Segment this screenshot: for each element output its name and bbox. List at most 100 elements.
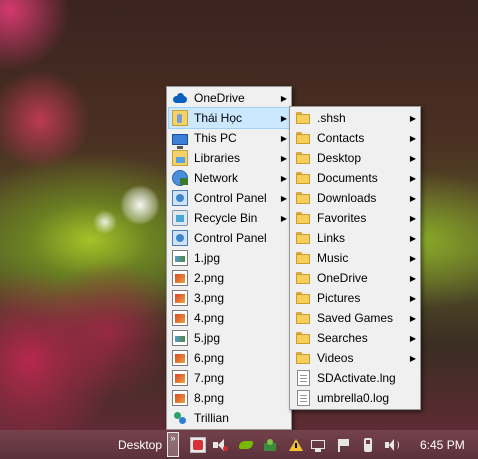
main-menu-item-label: OneDrive [194,91,245,105]
main-menu-item[interactable]: OneDrive ▶ [169,88,289,108]
main-menu-item[interactable]: Control Panel [169,228,289,248]
toolbar-chevron-button[interactable]: » [167,432,179,457]
main-menu-item[interactable]: Libraries ▶ [169,148,289,168]
submenu-arrow-icon: ▶ [409,253,416,263]
folder-icon [295,270,311,286]
main-menu-item-label: Libraries [194,151,241,165]
submenu-arrow-icon: ▶ [409,113,416,123]
folder-icon [295,250,311,266]
png-file-icon [172,390,188,406]
nvidia-icon[interactable] [238,437,254,453]
network-share-icon[interactable] [262,437,278,453]
main-menu-item[interactable]: Control Panel ▶ [169,188,289,208]
sub-menu-item[interactable]: Contacts ▶ [292,128,418,148]
main-menu-item-label: 7.png [194,371,225,385]
main-menu-item[interactable]: 7.png [169,368,289,388]
submenu-arrow-icon: ▶ [280,113,287,123]
sub-menu-item[interactable]: Downloads ▶ [292,188,418,208]
usb-icon[interactable] [310,437,326,453]
sub-menu-item[interactable]: .shsh ▶ [292,108,418,128]
main-menu-item-label: Control Panel [194,231,267,245]
sub-menu-item-label: Desktop [317,151,362,165]
sub-menu-item-label: Downloads [317,191,377,205]
main-menu-item[interactable]: 5.jpg [169,328,289,348]
sub-menu-item[interactable]: Documents ▶ [292,168,418,188]
sub-menu-item[interactable]: OneDrive ▶ [292,268,418,288]
submenu-arrow-icon: ▶ [409,353,416,363]
folder-icon [295,290,311,306]
folder-icon [295,230,311,246]
submenu-arrow-icon: ▶ [280,133,287,143]
sub-menu-item-label: Music [317,251,349,265]
main-menu-item-label: 3.png [194,291,225,305]
sub-menu-item-label: Favorites [317,211,367,225]
main-menu-item[interactable]: 8.png [169,388,289,408]
main-menu-item-label: Control Panel [194,191,267,205]
main-menu-item-label: 5.jpg [194,331,221,345]
main-menu-item[interactable]: 2.png [169,268,289,288]
submenu-arrow-icon: ▶ [409,273,416,283]
main-menu-item[interactable]: Recycle Bin ▶ [169,208,289,228]
folder-icon [295,130,311,146]
submenu-arrow-icon: ▶ [280,153,287,163]
sub-menu-item-label: Links [317,231,346,245]
volume-icon[interactable] [384,437,400,453]
speaker-muted-icon[interactable] [212,437,228,453]
submenu-arrow-icon: ▶ [409,293,416,303]
folder-icon [295,310,311,326]
vivaldi-icon[interactable] [190,437,206,453]
main-menu-item[interactable]: Trillian [169,408,289,428]
sub-menu-item-label: Searches [317,331,368,345]
sub-menu-item-label: OneDrive [317,271,368,285]
sub-menu-item-label: Documents [317,171,378,185]
submenu-arrow-icon: ▶ [409,313,416,323]
submenu-arrow-icon: ▶ [280,173,287,183]
network-icon [172,170,188,186]
main-menu-item-label: 2.png [194,271,225,285]
taskbar: Desktop » 6:45 PM [0,430,478,459]
folder-icon [295,210,311,226]
submenu-arrow-icon: ▶ [280,213,287,223]
main-menu-item[interactable]: 3.png [169,288,289,308]
main-menu-item-label: Thái Học [194,111,243,125]
main-menu-item[interactable]: 4.png [169,308,289,328]
desktop-toolbar-menu: OneDrive ▶ Thái Học ▶ This PC ▶ Libraries ▶ Netw… [166,86,292,430]
submenu-arrow-icon: ▶ [409,213,416,223]
png-file-icon [172,310,188,326]
main-menu-item-label: 4.png [194,311,225,325]
warning-icon[interactable] [288,437,304,453]
sub-menu-item[interactable]: Saved Games ▶ [292,308,418,328]
main-menu-item[interactable]: This PC ▶ [169,128,289,149]
main-menu-item[interactable]: 6.png [169,348,289,368]
sub-menu-item-label: Videos [317,351,354,365]
libraries-icon [172,150,188,166]
sub-menu-item[interactable]: Links ▶ [292,228,418,248]
folder-icon [295,350,311,366]
sub-menu-item-label: Saved Games [317,311,394,325]
action-center-flag-icon[interactable] [360,437,376,453]
network-status-icon[interactable] [336,437,352,453]
main-menu-item-label: 6.png [194,351,225,365]
jpg-file-icon [172,250,188,266]
clock[interactable]: 6:45 PM [420,438,465,452]
sub-menu-item[interactable]: Pictures ▶ [292,288,418,308]
main-menu-item-label: Trillian [194,411,229,425]
control-panel-icon [172,230,188,246]
folder-icon [295,150,311,166]
main-menu-item[interactable]: Network ▶ [169,168,289,188]
sub-menu-item-label: SDActivate.lng [317,371,396,385]
main-menu-item[interactable]: 1.jpg [169,248,289,268]
sub-menu-item[interactable]: Searches ▶ [292,328,418,348]
main-menu-item-label: Network [194,171,239,185]
sub-menu-item[interactable]: Music ▶ [292,248,418,268]
sub-menu-item[interactable]: Videos ▶ [292,348,418,368]
sub-menu-item[interactable]: umbrella0.log [292,388,418,408]
sub-menu-item[interactable]: SDActivate.lng [292,368,418,388]
sub-menu-item[interactable]: Favorites ▶ [292,208,418,228]
main-menu-item[interactable]: Thái Học ▶ [168,107,290,129]
document-icon [297,370,310,386]
desktop-toolbar-label[interactable]: Desktop [118,438,162,452]
main-menu-item-label: 8.png [194,391,225,405]
sub-menu-item[interactable]: Desktop ▶ [292,148,418,168]
recycle-bin-icon [172,210,188,226]
